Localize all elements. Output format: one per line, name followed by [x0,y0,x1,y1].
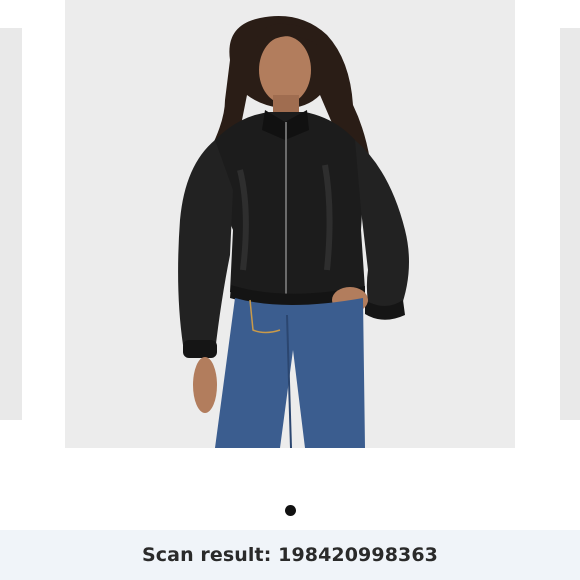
previous-slide-peek[interactable] [0,28,22,420]
jacket-model-illustration [65,0,515,448]
scan-result-text: Scan result: 198420998363 [142,544,438,566]
scan-result-bar: Scan result: 198420998363 [0,530,580,580]
product-image-carousel[interactable] [0,0,580,530]
scan-result-value: 198420998363 [278,544,438,566]
scan-result-label: Scan result: [142,544,272,566]
screen: Scan result: 198420998363 [0,0,580,580]
product-photo[interactable] [65,0,515,448]
next-slide-peek[interactable] [560,28,580,420]
pagination-dot-active[interactable] [284,504,296,516]
carousel-pagination [0,502,580,518]
